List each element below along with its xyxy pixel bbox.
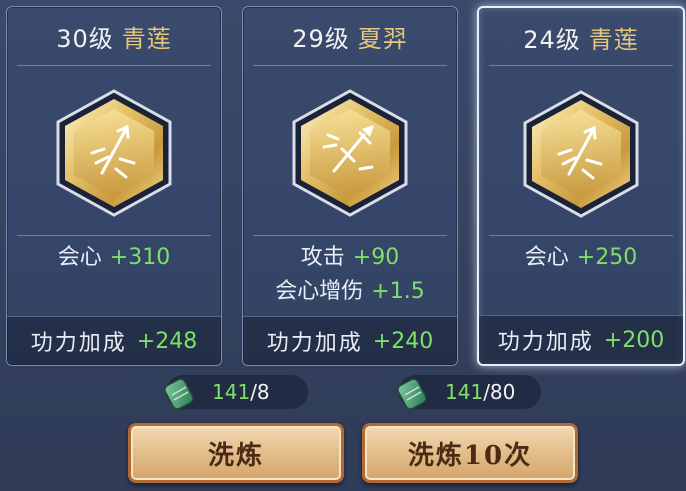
card-class: 青莲: [121, 24, 172, 53]
divider: [489, 235, 673, 236]
stat-value: +310: [109, 245, 171, 270]
divider: [17, 65, 211, 66]
stat-row: 会心增伤 +1.5: [243, 275, 457, 309]
stat-row: 会心 +310: [7, 241, 221, 275]
stat-value: +1.5: [371, 279, 425, 304]
bonus-label: 功力加成: [30, 331, 127, 356]
card-title: 30级 青莲: [7, 7, 221, 65]
power-bonus: 功力加成 +240: [243, 316, 457, 365]
rune-card-1[interactable]: 30级 青莲 会心 +310 功力加成 +248: [6, 6, 222, 366]
card-level: 29级: [292, 24, 350, 53]
cost-have: 141: [212, 380, 251, 404]
arrow-emblem-icon: [523, 90, 639, 218]
stat-name: 攻击: [300, 245, 345, 270]
cost-amount: 141/8: [212, 380, 270, 404]
stat-name: 会心: [524, 245, 569, 270]
bonus-value: +248: [136, 328, 198, 354]
card-level: 24级: [523, 25, 581, 54]
divider: [253, 65, 447, 66]
refine10-cost: 141/80: [397, 375, 541, 409]
stat-list: 会心 +250: [479, 241, 683, 275]
cost-amount: 141/80: [445, 380, 515, 404]
divider: [253, 235, 447, 236]
cost-have: 141: [445, 380, 484, 404]
card-level: 30级: [56, 24, 114, 53]
rune-card-3[interactable]: 24级 青莲 会心 +250 功力加成 +200: [477, 6, 685, 366]
bonus-label: 功力加成: [266, 331, 363, 356]
stat-row: 会心 +250: [479, 241, 683, 275]
stat-name: 会心: [57, 245, 102, 270]
jade-stone-icon: [397, 378, 427, 409]
bonus-value: +240: [372, 328, 434, 354]
refine-cost: 141/8: [164, 375, 308, 409]
stat-list: 攻击 +90 会心增伤 +1.5: [243, 241, 457, 309]
jade-stone-icon: [164, 378, 194, 409]
stat-row: 攻击 +90: [243, 241, 457, 275]
card-class: 夏羿: [357, 24, 408, 53]
arrow-emblem-icon: [56, 89, 172, 217]
cost-need: /80: [483, 380, 516, 404]
power-bonus: 功力加成 +200: [479, 315, 683, 364]
divider: [17, 235, 211, 236]
bonus-value: +200: [603, 327, 665, 353]
refine-10-button[interactable]: 洗炼10次: [362, 423, 578, 483]
divider: [489, 65, 673, 66]
card-title: 24级 青莲: [479, 8, 683, 66]
stat-value: +250: [576, 245, 638, 270]
rune-card-2[interactable]: 29级 夏羿 攻击 +90 会心增伤 +1.5 功力加成 +240: [242, 6, 458, 366]
sword-emblem-icon: [292, 89, 408, 217]
card-class: 青莲: [588, 25, 639, 54]
cost-need: /8: [250, 380, 270, 404]
refine-button[interactable]: 洗炼: [128, 423, 344, 483]
stat-name: 会心增伤: [275, 279, 364, 304]
stat-value: +90: [352, 245, 400, 270]
stat-list: 会心 +310: [7, 241, 221, 275]
card-title: 29级 夏羿: [243, 7, 457, 65]
bonus-label: 功力加成: [497, 330, 594, 355]
power-bonus: 功力加成 +248: [7, 316, 221, 365]
